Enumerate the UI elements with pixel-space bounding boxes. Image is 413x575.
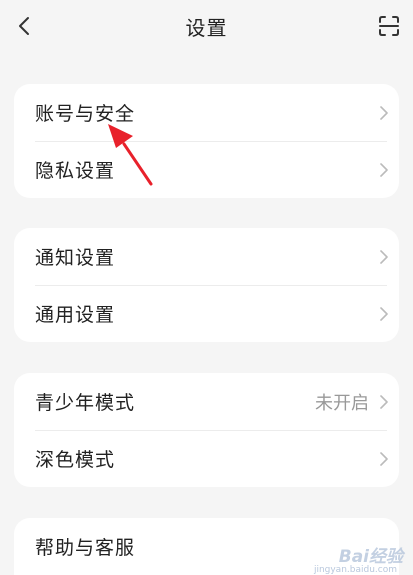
watermark-logo: Bai经验: [338, 547, 403, 567]
scan-button[interactable]: [373, 10, 405, 42]
chevron-right-icon: [380, 105, 388, 120]
chevron-right-icon: [380, 394, 388, 409]
row-label: 账号与安全: [35, 103, 136, 125]
row-teen-mode[interactable]: 青少年模式 未开启: [14, 373, 399, 430]
row-label: 通用设置: [35, 304, 116, 326]
row-label: 通知设置: [35, 247, 116, 269]
section-account: 账号与安全 隐私设置: [14, 84, 399, 198]
row-notification-settings[interactable]: 通知设置: [14, 228, 399, 285]
row-label: 青少年模式: [35, 392, 136, 414]
row-label: 隐私设置: [35, 160, 116, 182]
scan-icon: [379, 16, 399, 36]
teen-mode-status: 未开启: [315, 392, 369, 414]
nav-bar: 设置: [0, 0, 413, 56]
chevron-right-icon: [380, 162, 388, 177]
row-label: 深色模式: [35, 449, 116, 471]
row-privacy-settings[interactable]: 隐私设置: [14, 141, 399, 198]
watermark-url: jingyan.baidu.com: [313, 565, 397, 575]
row-account-security[interactable]: 账号与安全: [14, 84, 399, 141]
page-title: 设置: [185, 16, 228, 40]
section-modes: 青少年模式 未开启 深色模式: [14, 373, 399, 487]
chevron-right-icon: [380, 249, 388, 264]
chevron-right-icon: [380, 451, 388, 466]
row-general-settings[interactable]: 通用设置: [14, 285, 399, 342]
row-dark-mode[interactable]: 深色模式: [14, 430, 399, 487]
row-label: 帮助与客服: [35, 537, 136, 559]
section-notifications: 通知设置 通用设置: [14, 228, 399, 342]
chevron-right-icon: [380, 306, 388, 321]
